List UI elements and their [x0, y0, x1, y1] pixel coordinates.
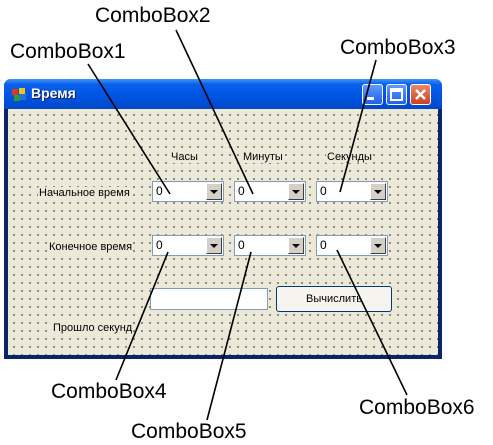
elapsed-seconds-field[interactable]: [150, 288, 268, 310]
combo-value: 0: [238, 238, 245, 252]
combobox-start-minutes[interactable]: 0: [234, 181, 306, 202]
maximize-icon: [390, 88, 403, 101]
combo-value: 0: [156, 238, 163, 252]
label-end-time: Конечное время: [48, 241, 134, 253]
combo-value: 0: [238, 184, 245, 198]
combobox-end-hours[interactable]: 0: [152, 235, 224, 256]
label-start-time: Начальное время: [38, 187, 131, 199]
label-minutes: Минуты: [242, 151, 284, 163]
form-client-area: Часы Минуты Секунды Начальное время 0 0 …: [8, 109, 438, 355]
callout-combobox5: ComboBox5: [131, 420, 247, 443]
minimize-button[interactable]: [362, 84, 383, 105]
dropdown-arrow-icon[interactable]: [288, 183, 304, 200]
callout-combobox6: ComboBox6: [359, 396, 475, 419]
close-icon: [415, 89, 426, 100]
maximize-button[interactable]: [386, 84, 407, 105]
close-button[interactable]: [410, 84, 431, 105]
dropdown-arrow-icon[interactable]: [370, 237, 386, 254]
window-title: Время: [31, 85, 76, 101]
combobox-start-seconds[interactable]: 0: [316, 181, 388, 202]
dropdown-arrow-icon[interactable]: [288, 237, 304, 254]
dropdown-arrow-icon[interactable]: [206, 183, 222, 200]
callout-combobox2: ComboBox2: [95, 4, 211, 27]
combo-value: 0: [320, 184, 327, 198]
combo-value: 0: [320, 238, 327, 252]
combobox-end-seconds[interactable]: 0: [316, 235, 388, 256]
delphi-app-icon: [12, 88, 26, 101]
dropdown-arrow-icon[interactable]: [370, 183, 386, 200]
calculate-button[interactable]: Вычислить: [276, 286, 392, 312]
title-bar[interactable]: Время: [4, 79, 442, 109]
combo-value: 0: [156, 184, 163, 198]
minimize-icon: [367, 97, 374, 100]
label-seconds: Секунды: [326, 151, 373, 163]
label-elapsed-seconds: Прошло секунд: [52, 322, 134, 334]
form-window: Время Часы Минуты Секунды Начальное врем…: [4, 79, 442, 359]
combobox-end-minutes[interactable]: 0: [234, 235, 306, 256]
callout-combobox4: ComboBox4: [51, 380, 167, 403]
callout-combobox3: ComboBox3: [340, 36, 456, 59]
dropdown-arrow-icon[interactable]: [206, 237, 222, 254]
label-hours: Часы: [170, 151, 199, 163]
callout-combobox1: ComboBox1: [10, 40, 126, 63]
combobox-start-hours[interactable]: 0: [152, 181, 224, 202]
